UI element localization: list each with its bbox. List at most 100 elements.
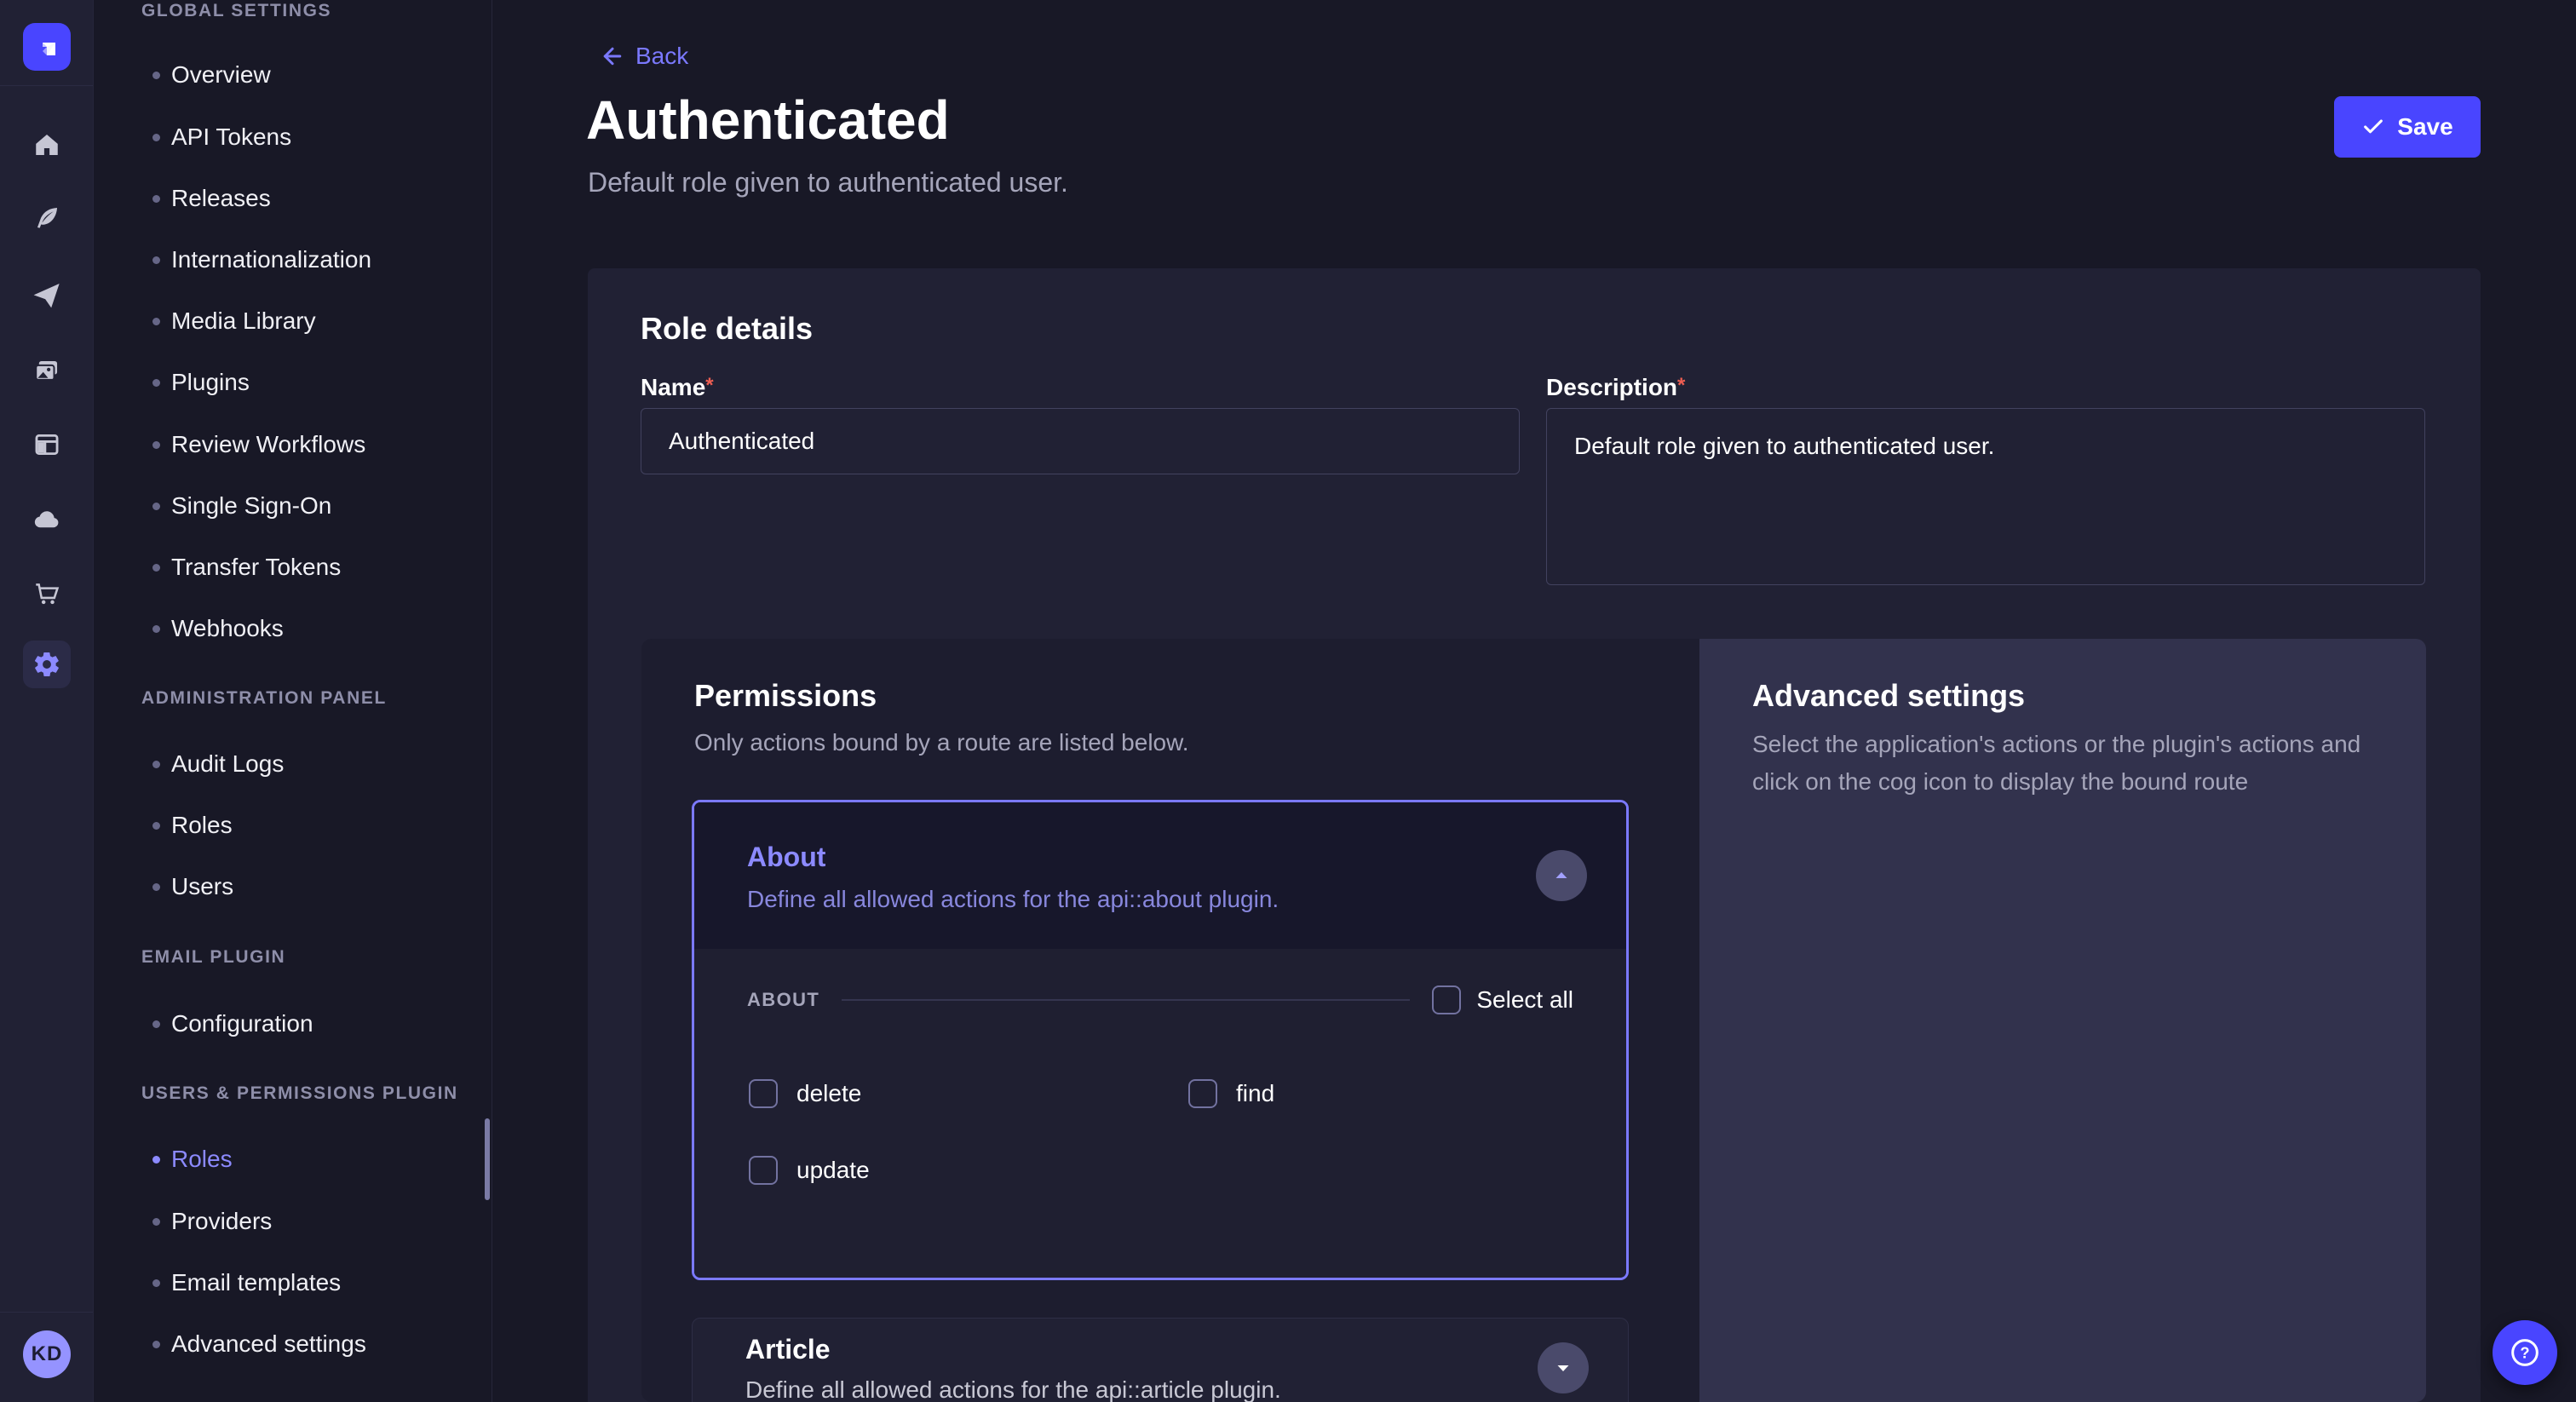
checkbox[interactable] bbox=[749, 1156, 778, 1185]
sidebar-item-label: Email templates bbox=[171, 1269, 341, 1296]
bullet-dot bbox=[152, 256, 160, 264]
sidebar-item-label: Review Workflows bbox=[171, 431, 365, 458]
sidebar-item-email-templates[interactable]: Email templates bbox=[152, 1252, 341, 1313]
sidebar-item-users[interactable]: Users bbox=[152, 856, 233, 917]
sidebar-item-label: Users bbox=[171, 873, 233, 900]
sidebar-item-media-library[interactable]: Media Library bbox=[152, 290, 316, 352]
permission-checkbox-find[interactable]: find bbox=[1188, 1077, 1274, 1111]
permission-checkbox-delete[interactable]: delete bbox=[749, 1077, 861, 1111]
sidebar-item-plugins[interactable]: Plugins bbox=[152, 352, 250, 413]
name-field-group: Name* bbox=[641, 374, 1520, 474]
strapi-logo[interactable] bbox=[23, 23, 71, 71]
save-button[interactable]: Save bbox=[2334, 96, 2481, 158]
rail-divider bbox=[0, 85, 93, 86]
article-accordion[interactable]: Article Define all allowed actions for t… bbox=[692, 1318, 1629, 1402]
sidebar-item-label: Webhooks bbox=[171, 615, 284, 642]
sidebar-item-label: Overview bbox=[171, 61, 271, 89]
select-all-label[interactable]: Select all bbox=[1476, 986, 1573, 1014]
sidebar-item-label: Transfer Tokens bbox=[171, 554, 341, 581]
role-details-card: Role details Name* Description* Default … bbox=[588, 268, 2481, 1402]
cart-icon[interactable] bbox=[0, 566, 94, 621]
sidebar-item-label: Advanced settings bbox=[171, 1330, 366, 1358]
main-content: Back Authenticated Default role given to… bbox=[492, 0, 2576, 1402]
avatar[interactable]: KD bbox=[23, 1330, 71, 1378]
sidebar-section-users-permissions-plugin: USERS & PERMISSIONS PLUGIN bbox=[141, 1083, 458, 1105]
advanced-settings-panel: Advanced settings Select the application… bbox=[1699, 639, 2426, 1402]
sidebar-item-overview[interactable]: Overview bbox=[152, 44, 271, 106]
bullet-dot bbox=[152, 195, 160, 203]
checkbox[interactable] bbox=[1188, 1079, 1217, 1108]
sidebar-item-single-sign-on[interactable]: Single Sign-On bbox=[152, 475, 331, 537]
about-accordion-header[interactable]: About Define all allowed actions for the… bbox=[694, 802, 1626, 949]
description-textarea[interactable]: Default role given to authenticated user… bbox=[1546, 408, 2425, 585]
sidebar-item-webhooks[interactable]: Webhooks bbox=[152, 598, 284, 659]
chevron-up-icon bbox=[1551, 865, 1572, 886]
help-button[interactable]: ? bbox=[2493, 1320, 2557, 1385]
sidebar-item-review-workflows[interactable]: Review Workflows bbox=[152, 414, 365, 475]
back-label: Back bbox=[635, 43, 688, 70]
sidebar-item-advanced-settings[interactable]: Advanced settings bbox=[152, 1313, 366, 1375]
sidebar-item-releases[interactable]: Releases bbox=[152, 168, 271, 229]
group-divider-line bbox=[842, 999, 1410, 1001]
check-icon bbox=[2361, 115, 2385, 139]
checkbox[interactable] bbox=[749, 1079, 778, 1108]
sidebar-item-admin-roles[interactable]: Roles bbox=[152, 795, 233, 856]
sidebar-item-label: Audit Logs bbox=[171, 750, 284, 778]
checkbox-label[interactable]: update bbox=[796, 1157, 870, 1184]
cloud-icon[interactable] bbox=[0, 492, 94, 547]
sidebar-item-configuration[interactable]: Configuration bbox=[152, 993, 313, 1054]
settings-gear-icon[interactable] bbox=[23, 641, 71, 688]
media-library-icon[interactable] bbox=[0, 344, 94, 399]
chevron-down-icon bbox=[1553, 1358, 1573, 1378]
permission-checkbox-update[interactable]: update bbox=[749, 1153, 870, 1187]
description-label-text: Description bbox=[1546, 374, 1677, 400]
expand-toggle-button[interactable] bbox=[1538, 1342, 1589, 1393]
sidebar-item-label: Providers bbox=[171, 1208, 272, 1235]
bullet-dot bbox=[152, 625, 160, 633]
permissions-split-panel: Permissions Only actions bound by a rout… bbox=[641, 639, 2426, 1402]
question-mark-icon: ? bbox=[2508, 1336, 2542, 1370]
checkbox-label[interactable]: delete bbox=[796, 1080, 861, 1107]
sidebar-item-up-roles[interactable]: Roles bbox=[152, 1129, 233, 1190]
sidebar-item-label: Internationalization bbox=[171, 246, 371, 273]
sidebar-item-audit-logs[interactable]: Audit Logs bbox=[152, 733, 284, 795]
bullet-dot bbox=[152, 441, 160, 449]
main-nav-rail: KD bbox=[0, 0, 94, 1402]
sidebar-item-providers[interactable]: Providers bbox=[152, 1191, 272, 1252]
paper-plane-icon[interactable] bbox=[0, 268, 94, 323]
layout-icon[interactable] bbox=[0, 417, 94, 472]
about-accordion-title: About bbox=[747, 842, 825, 873]
select-all-checkbox[interactable] bbox=[1432, 985, 1461, 1014]
bullet-dot bbox=[152, 1341, 160, 1348]
bullet-dot bbox=[152, 503, 160, 510]
permissions-subtitle: Only actions bound by a route are listed… bbox=[694, 729, 1189, 756]
home-icon[interactable] bbox=[0, 118, 94, 172]
sidebar-item-label: Media Library bbox=[171, 307, 316, 335]
sidebar-item-label: Roles bbox=[171, 1146, 233, 1173]
collapse-toggle-button[interactable] bbox=[1536, 850, 1587, 901]
card-title: Role details bbox=[641, 311, 813, 347]
bullet-dot bbox=[152, 379, 160, 387]
about-accordion-body: ABOUT Select all delete find bbox=[694, 949, 1626, 1280]
checkbox-label[interactable]: find bbox=[1236, 1080, 1274, 1107]
bullet-dot bbox=[152, 1156, 160, 1164]
sidebar-item-label: Configuration bbox=[171, 1010, 313, 1037]
description-label: Description* bbox=[1546, 374, 2425, 399]
pen-icon[interactable] bbox=[0, 191, 94, 245]
sidebar-scrollbar-thumb[interactable] bbox=[485, 1118, 490, 1200]
bullet-dot bbox=[152, 564, 160, 572]
advanced-settings-body: Select the application's actions or the … bbox=[1752, 726, 2408, 801]
sidebar-item-label: Plugins bbox=[171, 369, 250, 396]
description-field-group: Description* Default role given to authe… bbox=[1546, 374, 2425, 591]
name-label-text: Name bbox=[641, 374, 705, 400]
sidebar-section-email-plugin: EMAIL PLUGIN bbox=[141, 946, 285, 968]
back-link[interactable]: Back bbox=[600, 43, 688, 70]
sidebar-item-internationalization[interactable]: Internationalization bbox=[152, 229, 371, 290]
about-accordion-subtitle: Define all allowed actions for the api::… bbox=[747, 886, 1279, 913]
sidebar-item-label: Roles bbox=[171, 812, 233, 839]
sidebar-item-transfer-tokens[interactable]: Transfer Tokens bbox=[152, 537, 341, 598]
sidebar-item-api-tokens[interactable]: API Tokens bbox=[152, 106, 291, 168]
sidebar-item-label: Single Sign-On bbox=[171, 492, 331, 520]
name-input[interactable] bbox=[641, 408, 1520, 474]
save-label: Save bbox=[2397, 113, 2452, 141]
